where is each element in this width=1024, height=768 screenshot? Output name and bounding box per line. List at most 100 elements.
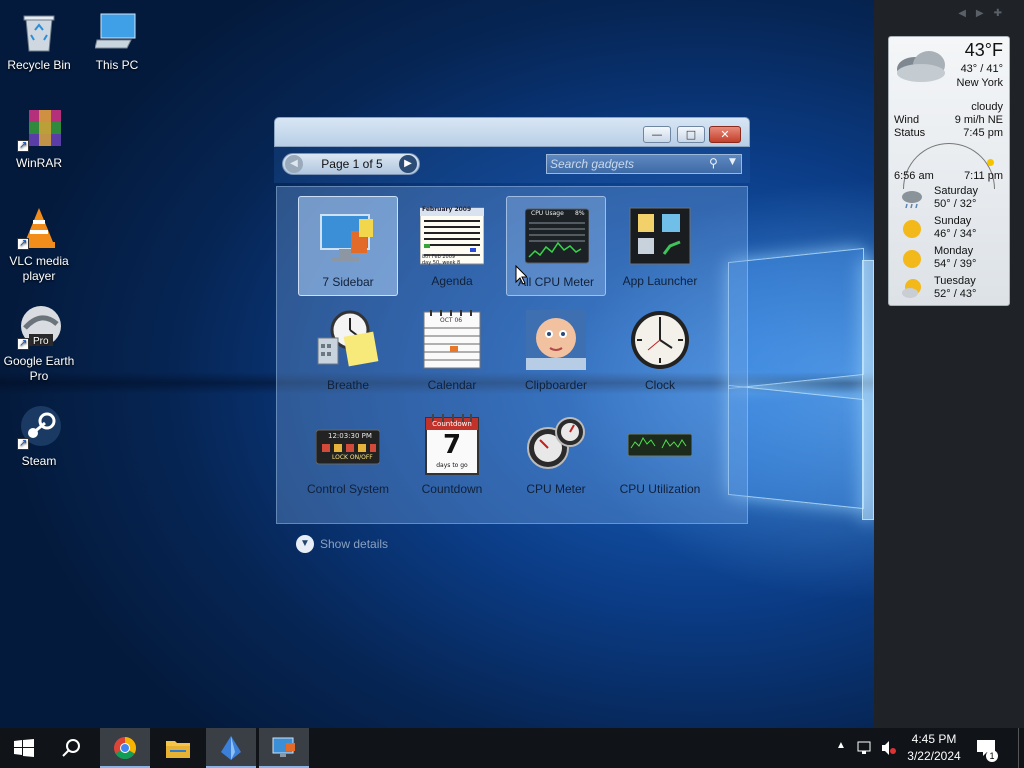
show-desktop-button[interactable] [1018,728,1024,768]
gadget-tile[interactable]: 7 Sidebar [298,196,398,296]
wind-label: Wind [894,114,920,126]
wind-value: 9 mi/h NE [954,114,1003,126]
chevron-down-icon[interactable]: ▼ [729,157,736,167]
agenda-gadget-icon: February 2009 8th Feb 2009 day 50, week … [419,204,485,268]
windows-logo-beam [862,260,874,520]
sidebar-gadget-icon [317,205,381,269]
close-button[interactable]: ✕ [709,126,741,143]
countdown-number: 7 [442,430,462,460]
gadget-tile[interactable]: Clock [610,300,710,400]
gadget-tile[interactable]: App Launcher [610,196,710,296]
weather-gadget[interactable]: 43°F 43° / 41° New York cloudy Wind 9 mi… [888,36,1010,306]
taskbar-app-chrome[interactable] [100,728,150,768]
desktop-icon-this-pc[interactable]: This PC [79,10,155,73]
gadget-label: App Launcher [622,274,698,288]
gadget-tile[interactable]: 12:03:30 PM LOCK ON/OFF Control System [298,404,398,504]
countdown-title: Countdown [432,420,472,428]
taskbar-app-gadgets[interactable] [259,728,309,768]
vlc-icon [17,206,61,251]
forecast-day-name: Tuesday [934,275,976,287]
desktop-icon-google-earth[interactable]: Pro Google Earth Pro [1,306,77,384]
temp-hilo: 43° / 41° [960,63,1003,75]
desktop-icon-label: This PC [95,58,139,72]
search-box: ⚲ ▼ [546,154,742,174]
clock[interactable]: 4:45 PM 3/22/2024 [902,728,966,768]
gadget-gallery-window: — □ ✕ ◀ Page 1 of 5 ▶ ⚲ ▼ 7 Sidebar Febr… [274,117,750,527]
next-page-button[interactable]: ▶ [399,155,417,173]
gadget-label: Countdown [421,482,483,496]
search-input[interactable] [550,156,706,172]
search-icon [62,739,80,757]
sun-position-icon [987,159,994,166]
search-icon[interactable]: ⚲ [709,156,718,170]
page-navigator: ◀ Page 1 of 5 ▶ [282,153,420,175]
countdown-gadget-icon: Countdown 7 days to go [420,412,484,476]
maximize-icon: □ [685,128,697,141]
sunset-time: 7:11 pm [964,170,1003,182]
cpu-title: CPU Usage [531,210,564,217]
forecast-temps: 50° / 32° [934,198,977,210]
gallery-titlebar[interactable]: — □ ✕ [274,117,750,147]
gadget-label: CPU Utilization [619,482,701,496]
gadget-label: CPU Meter [526,482,586,496]
gadget-grid: 7 Sidebar February 2009 8th Feb 2009 day… [276,186,748,524]
control-lock: LOCK ON/OFF [332,454,373,461]
agenda-footer-week: day 50, week 8 [422,260,461,266]
gadget-tile[interactable]: Countdown 7 days to go Countdown [402,404,502,504]
steam-icon [17,406,61,451]
sun-cloud-icon [902,279,921,298]
cpu-utilization-gadget-icon [627,412,693,476]
gadget-label: Breathe [326,378,370,392]
show-details-label: Show details [320,537,389,551]
cloud-icon [897,51,945,82]
volume-control[interactable] [878,728,900,768]
taskbar-app-crystal[interactable] [206,728,256,768]
minimize-button[interactable]: — [643,126,671,143]
chevron-down-icon: ▼ [296,535,314,553]
network-status[interactable] [854,728,876,768]
google-earth-badge: Pro [33,336,49,347]
start-button[interactable] [0,728,48,768]
desktop-icon-winrar[interactable]: WinRAR [1,108,77,171]
cpu-gauge-gadget-icon [524,412,588,476]
file-explorer-icon [166,741,190,758]
city-name: New York [956,77,1003,89]
forecast-day: Sunday 46° / 34° [899,215,1009,243]
close-icon: ✕ [720,128,730,141]
action-center-button[interactable]: 1 [972,728,1000,768]
show-hidden-icons-button[interactable]: ▲ [832,728,850,768]
desktop-icon-label: VLC media player [9,254,69,283]
minimize-icon: — [651,128,663,141]
mouse-cursor-icon [515,265,527,285]
desktop-icon-recycle-bin[interactable]: Recycle Bin [1,10,77,73]
current-temp: 43°F [964,40,1003,60]
gadget-label: 7 Sidebar [322,275,374,289]
search-button[interactable] [48,728,96,768]
forecast-day-name: Sunday [934,215,972,227]
sidebar-nav[interactable]: ◀▶✚ [958,8,1012,19]
gadget-tile[interactable]: February 2009 8th Feb 2009 day 50, week … [402,196,502,296]
google-earth-icon: Pro [17,306,61,351]
gadget-tile[interactable]: CPU Meter [506,404,606,504]
gadget-tile[interactable]: OCT 06 Calendar [402,300,502,400]
gadget-tile[interactable]: Clipboarder [506,300,606,400]
gadget-tile[interactable]: CPU Utilization [610,404,710,504]
previous-page-button[interactable]: ◀ [285,155,303,173]
clipboarder-gadget-icon [524,308,588,372]
gallery-toolbar: ◀ Page 1 of 5 ▶ ⚲ ▼ [274,147,750,183]
gadget-label: Calendar [427,378,477,392]
clock-gadget-icon [628,308,692,372]
taskbar-app-file-explorer[interactable] [154,728,202,768]
gadget-tile[interactable]: Breathe [298,300,398,400]
taskbar: ▲ 4:45 PM 3/22/2024 1 [0,728,1024,768]
gadget-label: Clock [644,378,675,392]
desktop-icon-label: Steam [21,454,57,468]
desktop-icon-label: Google Earth Pro [3,354,75,383]
forecast-temps: 52° / 43° [934,288,977,300]
maximize-button[interactable]: □ [677,126,705,143]
desktop-icon-steam[interactable]: Steam [1,406,77,469]
desktop-icon-vlc[interactable]: VLC media player [1,206,77,284]
start-icon [14,739,34,757]
calendar-gadget-icon: OCT 06 [420,308,484,372]
breathe-gadget-icon [316,308,380,372]
